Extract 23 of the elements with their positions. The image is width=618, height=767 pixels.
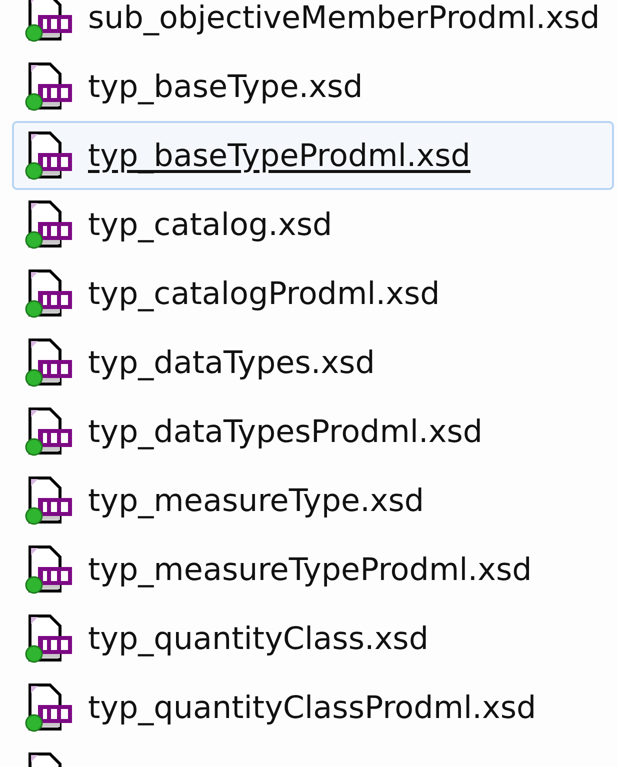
file-name[interactable]: typ_quantityClass.xsd xyxy=(88,620,429,656)
file-name[interactable]: typ_dataTypesProdml.xsd xyxy=(88,414,483,450)
file-name[interactable]: typ_catalog.xsd xyxy=(88,206,332,242)
file-name[interactable]: typ_baseTypeProdml.xsd xyxy=(88,138,470,174)
file-name[interactable]: typ_dataTypes.xsd xyxy=(88,344,375,380)
file-name[interactable]: typ_measureType.xsd xyxy=(88,482,424,518)
selected-file-row[interactable]: typ_baseTypeProdml.xsd xyxy=(12,121,614,190)
file-name[interactable]: typ_quantityClassProdml.xsd xyxy=(88,690,536,726)
xsd-file-icon xyxy=(24,544,74,594)
file-name[interactable]: typ_measureTypeProdml.xsd xyxy=(88,552,532,588)
xsd-file-icon xyxy=(24,338,74,388)
xsd-file-icon xyxy=(24,0,74,42)
xsd-file-icon xyxy=(24,614,74,664)
xsd-file-icon xyxy=(24,130,74,180)
file-name[interactable]: typ_catalogProdml.xsd xyxy=(88,276,440,312)
xsd-file-icon xyxy=(24,268,74,318)
xsd-file-icon xyxy=(24,62,74,112)
xsd-file-icon xyxy=(24,200,74,250)
file-name[interactable]: sub_objectiveMemberProdml.xsd xyxy=(88,0,600,36)
file-name[interactable]: typ_baseType.xsd xyxy=(88,68,363,104)
xsd-file-icon xyxy=(24,476,74,526)
xsd-file-icon xyxy=(24,406,74,456)
xsd-file-icon xyxy=(24,682,74,732)
